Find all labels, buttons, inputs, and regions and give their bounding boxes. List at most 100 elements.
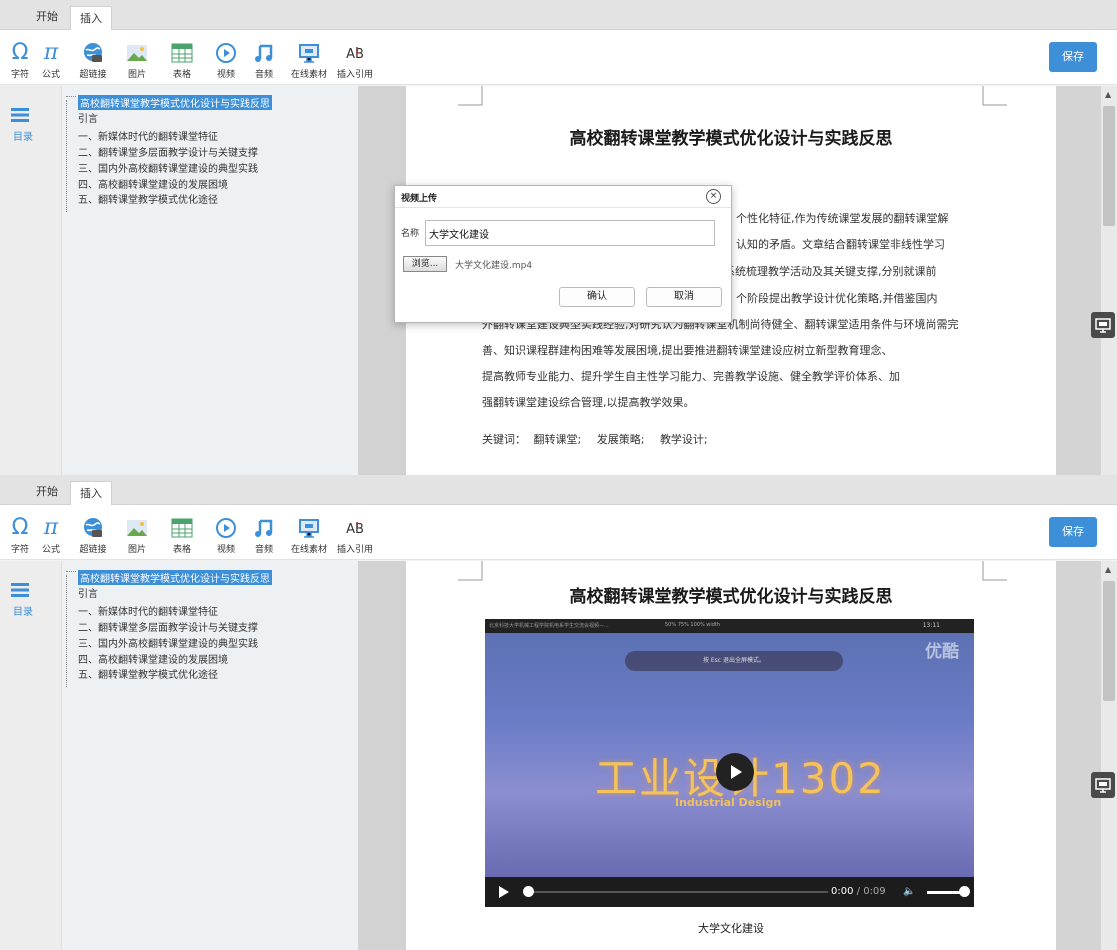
confirm-button[interactable]: 确认	[559, 287, 635, 307]
dialog-title: 视频上传	[401, 194, 438, 204]
cancel-button[interactable]: 取消	[646, 287, 722, 307]
insert-video-button[interactable]: 视频	[206, 516, 246, 555]
toolbar-label: 视频	[216, 545, 235, 555]
insert-online-material-button[interactable]: 在线素材	[289, 41, 329, 80]
insert-image-button[interactable]: 图片	[117, 41, 157, 80]
toc-label[interactable]: 目录	[13, 603, 33, 618]
outline-item[interactable]: 四、高校翻转课堂建设的发展困境	[78, 176, 228, 191]
tab-start[interactable]: 开始	[36, 483, 58, 499]
insert-formula-button[interactable]: π 公式	[31, 515, 71, 556]
scroll-up-arrow-icon[interactable]: ▲	[1105, 565, 1111, 574]
page-corner-mark	[458, 561, 483, 581]
list-menu-icon[interactable]	[11, 583, 29, 597]
video-source-title: 北京科技大学机械工程学院机电系学生交流会视频—...	[489, 623, 609, 629]
presentation-button[interactable]	[1091, 312, 1115, 338]
insert-hyperlink-button[interactable]: 超链接	[73, 516, 113, 555]
volume-handle[interactable]	[959, 886, 970, 897]
citation-sup-glyph: 1	[355, 46, 361, 55]
music-note-icon	[255, 519, 273, 537]
volume-icon[interactable]: 🔈	[903, 886, 915, 897]
insert-image-button[interactable]: 图片	[117, 516, 157, 555]
scrollbar-thumb[interactable]	[1103, 581, 1115, 701]
keywords-label: 关键词：	[482, 433, 526, 446]
insert-citation-button[interactable]: AB 1 插入引用	[335, 41, 375, 80]
citation-sup-glyph: 1	[355, 521, 361, 530]
video-play-icon	[216, 43, 236, 63]
vertical-scrollbar[interactable]: ▲	[1101, 561, 1117, 950]
insert-table-button[interactable]: 表格	[162, 516, 202, 555]
outline-item[interactable]: 引言	[78, 110, 98, 125]
video-resolution-options[interactable]: 50% 75% 100% width	[665, 622, 720, 628]
outline-item[interactable]: 一、新媒体时代的翻转课堂特征	[78, 603, 218, 618]
page-corner-mark	[982, 86, 1007, 106]
outline-item[interactable]: 一、新媒体时代的翻转课堂特征	[78, 128, 218, 143]
toolbar-label: 公式	[41, 545, 60, 555]
pi-icon: π	[43, 515, 59, 540]
time-current: 0:00	[831, 886, 854, 897]
video-name-input[interactable]	[425, 220, 715, 246]
insert-citation-button[interactable]: AB 1 插入引用	[335, 516, 375, 555]
toolbar-label: 在线素材	[290, 545, 327, 555]
insert-audio-button[interactable]: 音频	[244, 516, 284, 555]
document-title: 高校翻转课堂教学模式优化设计与实践反思	[569, 129, 893, 149]
video-frame-subtitle: Industrial Design	[675, 796, 782, 809]
progress-track[interactable]	[525, 891, 828, 893]
toc-label[interactable]: 目录	[13, 128, 33, 143]
insert-table-button[interactable]: 表格	[162, 41, 202, 80]
keyword: 发展策略;	[596, 433, 645, 446]
play-icon[interactable]	[499, 886, 509, 898]
tab-start[interactable]: 开始	[36, 8, 58, 24]
outline-item[interactable]: 三、国内外高校翻转课堂建设的典型实践	[78, 160, 258, 175]
outline-item[interactable]: 引言	[78, 585, 98, 600]
outline-item[interactable]: 三、国内外高校翻转课堂建设的典型实践	[78, 635, 258, 650]
body-line: 个性化特征,作为传统课堂发展的翻转课堂解	[736, 212, 949, 225]
toc-rail: 目录	[0, 86, 62, 475]
insert-audio-button[interactable]: 音频	[244, 41, 284, 80]
insert-online-material-button[interactable]: 在线素材	[289, 516, 329, 555]
outline-item[interactable]: 四、高校翻转课堂建设的发展困境	[78, 651, 228, 666]
browse-button[interactable]: 浏览...	[403, 256, 447, 272]
document-page[interactable]: 高校翻转课堂教学模式优化设计与实践反思 北京科技大学机械工程学院机电系学生交流会…	[406, 561, 1056, 950]
scrollbar-thumb[interactable]	[1103, 106, 1115, 226]
outline-item[interactable]: 五、翻转课堂教学模式优化途径	[78, 191, 218, 206]
video-player[interactable]: 北京科技大学机械工程学院机电系学生交流会视频—... 50% 75% 100% …	[485, 619, 974, 907]
page-corner-mark	[982, 561, 1007, 581]
big-play-button[interactable]	[716, 753, 754, 791]
save-button[interactable]: 保存	[1049, 42, 1097, 72]
insert-video-button[interactable]: 视频	[206, 41, 246, 80]
body-line: 系统梳理教学活动及其关键支撑,分别就课前	[724, 265, 937, 278]
outline-item-title[interactable]: 高校翻转课堂教学模式优化设计与实践反思	[78, 95, 272, 110]
toc-rail: 目录	[0, 561, 62, 950]
tab-insert[interactable]: 插入	[70, 6, 112, 31]
toolbar-label: 超链接	[79, 70, 107, 80]
hyperlink-globe-icon	[84, 43, 102, 62]
vertical-scrollbar[interactable]: ▲	[1101, 86, 1117, 475]
close-icon[interactable]: ×	[706, 189, 721, 204]
toolbar-label: 图片	[127, 545, 146, 555]
outline-item-title[interactable]: 高校翻转课堂教学模式优化设计与实践反思	[78, 570, 272, 585]
insert-hyperlink-button[interactable]: 超链接	[73, 41, 113, 80]
outline-panel: 高校翻转课堂教学模式优化设计与实践反思 引言 一、新媒体时代的翻转课堂特征 二、…	[62, 561, 358, 950]
editor-screen-video-inserted: 开始 插入 Ω 字符 π 公式 超链接 图片 表格 视频 音频 在线素材 AB …	[0, 475, 1117, 950]
list-menu-icon[interactable]	[11, 108, 29, 122]
video-upload-dialog: 视频上传 × 名称 浏览... 大学文化建设.mp4 确认 取消	[394, 185, 732, 323]
presentation-button[interactable]	[1091, 772, 1115, 798]
outline-item[interactable]: 二、翻转课堂多层面教学设计与关键支撑	[78, 144, 258, 159]
tab-insert[interactable]: 插入	[70, 481, 112, 506]
video-time: 0:00 / 0:09	[831, 886, 886, 897]
scroll-up-arrow-icon[interactable]: ▲	[1105, 90, 1111, 99]
outline-panel: 高校翻转课堂教学模式优化设计与实践反思 引言 一、新媒体时代的翻转课堂特征 二、…	[62, 86, 358, 475]
outline-item[interactable]: 五、翻转课堂教学模式优化途径	[78, 666, 218, 681]
body-line: 认知的矛盾。文章结合翻转课堂非线性学习	[736, 238, 945, 251]
progress-handle[interactable]	[523, 886, 534, 897]
hyperlink-globe-icon	[84, 518, 102, 537]
save-button[interactable]: 保存	[1049, 517, 1097, 547]
pi-icon: π	[43, 40, 59, 65]
toolbar-label: 在线素材	[290, 70, 327, 80]
table-icon	[171, 43, 193, 63]
page-gutter-right	[1056, 561, 1101, 950]
online-material-icon	[299, 44, 319, 63]
outline-item[interactable]: 二、翻转课堂多层面教学设计与关键支撑	[78, 619, 258, 634]
time-total: 0:09	[863, 886, 886, 897]
insert-formula-button[interactable]: π 公式	[31, 40, 71, 81]
